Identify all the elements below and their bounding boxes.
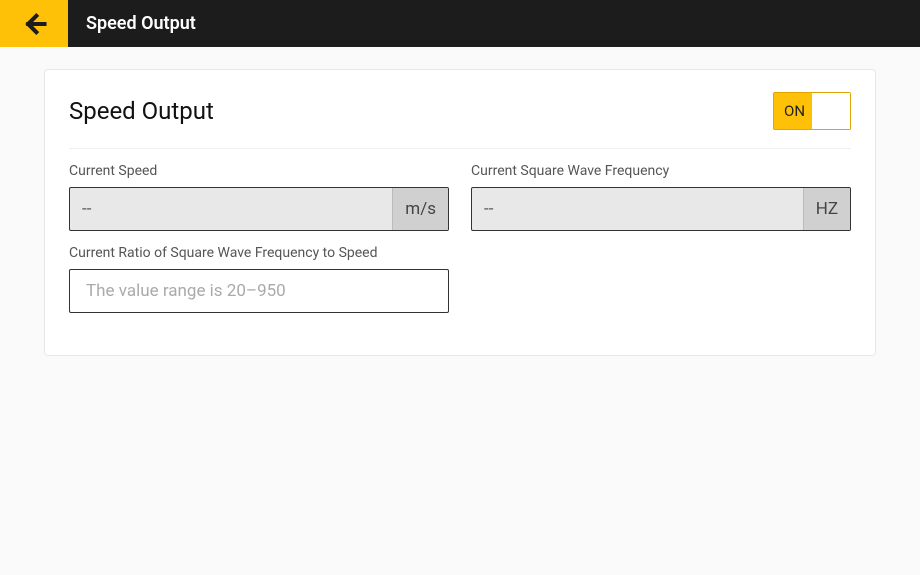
toggle-thumb: [812, 93, 850, 129]
form-row-1: Current Speed -- m/s Current Square Wave…: [69, 163, 851, 245]
page-content: Speed Output ON Current Speed -- m/s Cur…: [0, 47, 920, 378]
back-button[interactable]: [0, 0, 68, 47]
current-frequency-label: Current Square Wave Frequency: [471, 163, 851, 179]
toggle-label: ON: [774, 102, 805, 120]
speed-output-card: Speed Output ON Current Speed -- m/s Cur…: [44, 69, 876, 356]
ratio-label: Current Ratio of Square Wave Frequency t…: [69, 245, 449, 261]
speed-output-toggle[interactable]: ON: [773, 92, 851, 130]
topbar-title: Speed Output: [68, 13, 196, 34]
current-frequency-group: Current Square Wave Frequency -- HZ: [471, 163, 851, 231]
form-row-2: Current Ratio of Square Wave Frequency t…: [69, 245, 851, 327]
ratio-input[interactable]: [69, 269, 449, 313]
arrow-left-icon: [20, 10, 48, 38]
current-frequency-input: -- HZ: [471, 187, 851, 231]
card-header: Speed Output ON: [69, 92, 851, 149]
ratio-group: Current Ratio of Square Wave Frequency t…: [69, 245, 449, 313]
current-speed-label: Current Speed: [69, 163, 449, 179]
card-title: Speed Output: [69, 97, 214, 125]
current-speed-group: Current Speed -- m/s: [69, 163, 449, 231]
topbar: Speed Output: [0, 0, 920, 47]
current-speed-input: -- m/s: [69, 187, 449, 231]
current-speed-value: --: [70, 188, 392, 230]
current-frequency-value: --: [472, 188, 803, 230]
current-frequency-unit: HZ: [803, 188, 850, 230]
current-speed-unit: m/s: [392, 188, 448, 230]
